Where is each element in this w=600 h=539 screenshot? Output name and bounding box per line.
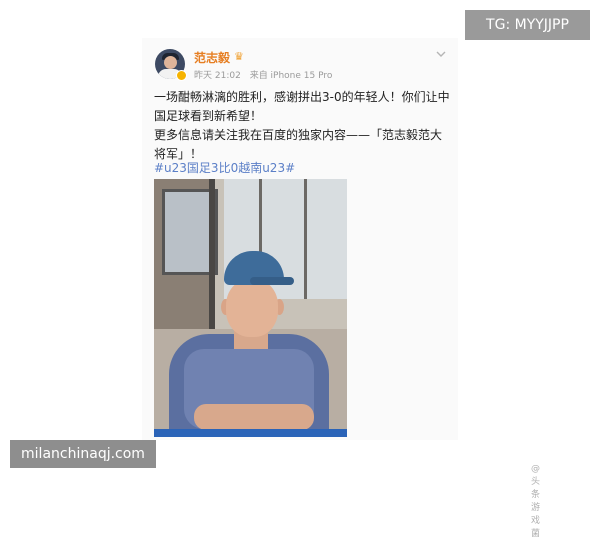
post-text-line: 更多信息请关注我在百度的独家内容——「范志毅范大 xyxy=(154,128,443,142)
post-text-line: 国足球看到新希望！ xyxy=(154,109,263,123)
post-photo[interactable] xyxy=(154,179,347,437)
site-watermark: milanchinaqj.com xyxy=(10,440,156,468)
verified-icon xyxy=(176,70,187,81)
crown-icon: ♛ xyxy=(234,50,244,63)
hashtag-link[interactable]: #u23国足3比0越南u23# xyxy=(154,159,295,176)
telegram-watermark: TG: MYYJJPP xyxy=(465,10,590,40)
chevron-down-icon[interactable] xyxy=(434,47,448,61)
post-meta: 昨天 21:02 来自 iPhone 15 Pro xyxy=(194,68,338,81)
post-text: 一场酣畅淋漓的胜利，感谢拼出3-0的年轻人！你们让中 国足球看到新希望！ 更多信… xyxy=(154,88,452,164)
weibo-post-card: 范志毅 ♛ 昨天 21:02 来自 iPhone 15 Pro 一场酣畅淋漓的胜… xyxy=(142,38,540,539)
post-text-line: 一场酣畅淋漓的胜利，感谢拼出3-0的年轻人！你们让中 xyxy=(154,90,450,104)
image-watermark: @头条游戏菌 xyxy=(531,464,541,539)
username[interactable]: 范志毅 xyxy=(194,49,230,66)
post-time: 昨天 21:02 xyxy=(194,71,241,81)
post-source: 来自 iPhone 15 Pro xyxy=(249,71,333,81)
